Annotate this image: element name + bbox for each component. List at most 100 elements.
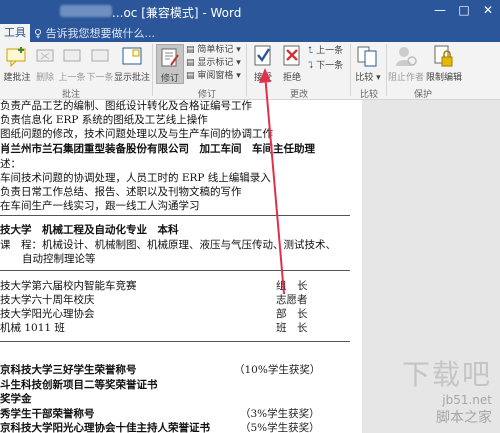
doc-line: 技大学六十周年校庆	[0, 294, 95, 306]
doc-line: 技大学第六届校内智能车竞赛	[0, 280, 137, 292]
group-separator	[386, 44, 387, 96]
show-markup-label: 显示标记	[197, 58, 234, 68]
next-change-button[interactable]: ⮧ 下一条	[308, 60, 343, 72]
tab-active[interactable]: 工具	[0, 24, 30, 42]
next-change-label: 下一条	[316, 61, 344, 71]
previous-comment-icon	[63, 49, 81, 62]
next-label: 下一条	[86, 73, 114, 83]
role-text: 志愿者	[276, 294, 308, 306]
delete-comment-button[interactable]: 删除	[33, 46, 57, 83]
group-separator	[246, 44, 247, 96]
restrict-editing-label: 限制编辑	[426, 73, 463, 83]
block-authors-label: 阻止作者	[388, 73, 425, 83]
maximize-button[interactable]: □	[452, 0, 476, 22]
comments-group-label: 批注	[62, 90, 81, 100]
doc-line: 技大学 机械工程及自动化专业 本科	[0, 224, 179, 236]
doc-line: 秀学生干部荣誉称号	[0, 408, 95, 420]
title-bar: ...oc [兼容模式] - Word — □ ✕	[0, 0, 500, 22]
watermark-cn: 脚本之家	[436, 410, 492, 426]
doc-line: 奖学金	[0, 393, 32, 405]
new-comment-icon	[6, 47, 26, 68]
doc-line: 在车间生产一线实习，跟一线工人沟通学习	[0, 200, 200, 212]
blurred-filename	[60, 5, 112, 17]
doc-line: 京科技大学三好学生荣誉称号	[0, 364, 137, 376]
group-separator	[350, 44, 351, 96]
doc-line: 述：	[0, 158, 21, 170]
section-divider	[0, 215, 350, 216]
award-ratio: （10%学生获奖）	[234, 364, 321, 376]
ribbon: 建批注 删除 上一条 下一条 显示批注 批注 修订 ▤ 简单标记 ▾ ▤ 显示标…	[0, 42, 500, 100]
role-text: 班 长	[276, 322, 308, 334]
compare-icon	[357, 46, 377, 67]
delete-comment-icon	[36, 49, 54, 62]
compare-button[interactable]: 比较 ▾	[354, 44, 382, 83]
doc-line: 技大学阳光心理协会	[0, 308, 95, 320]
block-authors-icon	[396, 47, 417, 66]
new-comment-button[interactable]: 建批注	[2, 46, 32, 83]
previous-change-button[interactable]: ⮤ 上一条	[308, 45, 343, 57]
show-markup-icon: ▤	[186, 58, 198, 68]
reviewing-pane-label: 审阅窗格	[197, 71, 234, 81]
next-comment-icon	[91, 49, 109, 62]
reject-label: 拒绝	[282, 73, 301, 83]
reviewing-pane-dropdown[interactable]: ▤ 审阅窗格 ▾	[186, 70, 241, 82]
show-comments-button[interactable]: 显示批注	[114, 46, 150, 83]
section-divider	[0, 270, 350, 271]
section-divider	[0, 341, 350, 342]
award-ratio: （3%学生获奖）	[240, 408, 320, 420]
doc-line: 课 程：机械设计、机械制图、机械原理、液压与气压传动、测试技术、	[0, 239, 336, 251]
doc-line: 肖兰州市兰石集团重型装备股份有限公司 加工车间 车间主任助理	[0, 143, 315, 155]
previous-label: 上一条	[58, 73, 86, 83]
next-change-icon: ⮧	[308, 61, 317, 71]
doc-line: 车间技术问题的协调处理，人员工时的 ERP 线上编辑录入	[0, 172, 271, 184]
show-markup-dropdown[interactable]: ▤ 显示标记 ▾	[186, 57, 241, 69]
accept-button[interactable]: 接受	[250, 44, 276, 83]
doc-line: 负责日常工作总结、报告、述职以及刊物文稿的写作	[0, 186, 242, 198]
window-title: ...oc [兼容模式] - Word	[112, 6, 242, 20]
group-separator	[152, 44, 153, 96]
previous-change-label: 上一条	[316, 46, 344, 56]
previous-change-icon: ⮤	[308, 46, 317, 56]
new-comment-label: 建批注	[3, 73, 31, 83]
doc-line: 京科技大学阳光心理协会十佳主持人荣誉证书	[0, 422, 210, 433]
changes-group-label: 更改	[290, 90, 309, 100]
restrict-editing-button[interactable]: 限制编辑	[426, 44, 463, 83]
tracking-group-label: 修订	[198, 90, 217, 100]
role-text: 部 长	[276, 308, 308, 320]
delete-label: 删除	[35, 73, 54, 83]
reject-button[interactable]: 拒绝	[279, 44, 305, 83]
doc-line: 图纸问题的修改，技术问题处理以及与生产车间的协调工作	[0, 128, 273, 140]
block-authors-button[interactable]: 阻止作者	[388, 44, 424, 83]
doc-line: 负责信息化 ERP 系统的图纸及工艺线上操作	[0, 114, 208, 126]
protect-group-label: 保护	[414, 90, 433, 100]
close-button[interactable]: ✕	[476, 0, 500, 22]
reviewing-pane-icon: ▤	[186, 71, 198, 81]
markup-icon: ▤	[186, 45, 198, 55]
role-text: 组 长	[276, 280, 308, 292]
show-comments-label: 显示批注	[114, 73, 151, 83]
reject-x-icon	[283, 45, 300, 66]
accept-label: 接受	[253, 73, 272, 83]
next-comment-button[interactable]: 下一条	[86, 46, 114, 83]
compare-group-label: 比较	[360, 90, 379, 100]
minimize-button[interactable]: —	[428, 0, 452, 22]
show-comments-icon	[122, 47, 142, 65]
accept-check-icon	[254, 45, 271, 66]
award-ratio: （5%学生获奖）	[240, 422, 320, 433]
simple-markup-label: 简单标记	[197, 45, 234, 55]
doc-line: 斗生科技创新项目二等奖荣誉证书	[0, 379, 158, 391]
restrict-editing-icon	[434, 45, 453, 67]
doc-line: 自动控制理论等	[22, 253, 96, 265]
simple-markup-dropdown[interactable]: ▤ 简单标记 ▾	[186, 44, 241, 56]
previous-comment-button[interactable]: 上一条	[58, 46, 86, 83]
watermark-big: 下载吧	[401, 358, 492, 391]
tell-me-text: 告诉我您想要做什么...	[45, 27, 156, 40]
doc-line: 机械 1011 班	[0, 322, 65, 334]
tell-me-box[interactable]: ♀ 告诉我您想要做什么...	[34, 25, 155, 41]
track-changes-icon	[161, 48, 179, 67]
track-changes-button[interactable]: 修订	[156, 44, 184, 84]
lightbulb-icon: ♀	[34, 27, 46, 40]
document-page[interactable]: 负责产品工艺的编制、图纸设计转化及合格证编号工作 负责信息化 ERP 系统的图纸…	[0, 100, 362, 433]
watermark: 下载吧 jb51.net 脚本之家	[402, 353, 492, 427]
ribbon-tab-strip: 工具 ♀ 告诉我您想要做什么...	[0, 22, 500, 42]
